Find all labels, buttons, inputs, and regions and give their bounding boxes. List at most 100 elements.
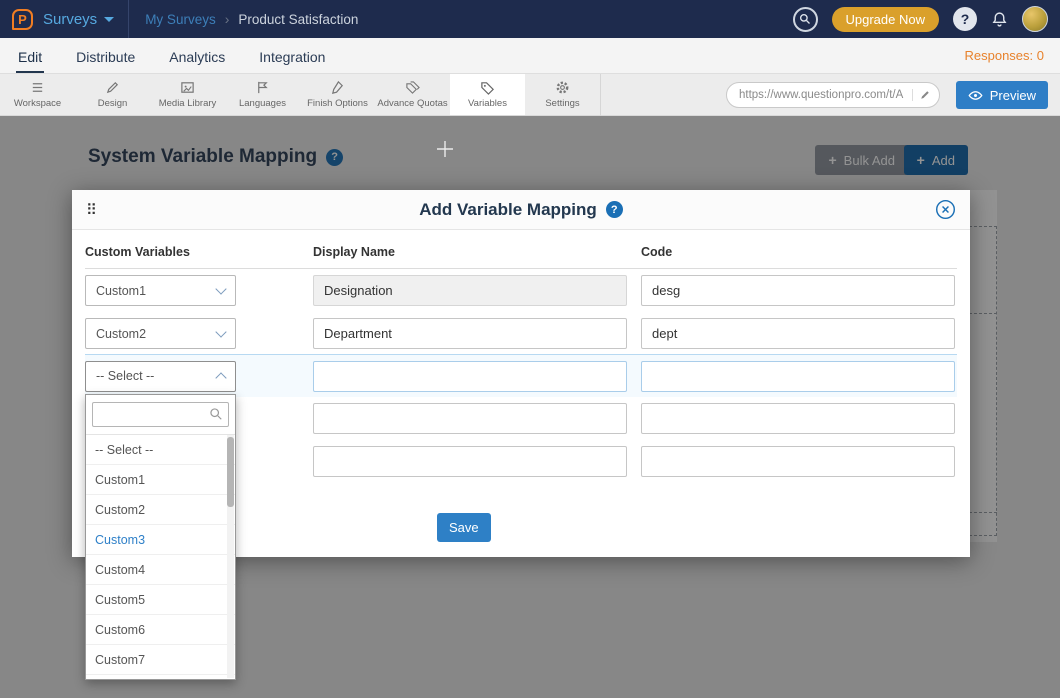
upgrade-now-button[interactable]: Upgrade Now xyxy=(832,7,940,32)
display-name-input[interactable] xyxy=(313,275,627,306)
breadcrumb-my-surveys[interactable]: My Surveys xyxy=(145,12,216,27)
drag-handle-icon[interactable]: ⠿ xyxy=(86,201,98,219)
selected-value: -- Select -- xyxy=(96,369,154,383)
toolbar-item-label: Variables xyxy=(468,98,507,109)
toolbar-item-media-library[interactable]: Media Library xyxy=(150,74,225,115)
display-name-input[interactable] xyxy=(313,361,627,392)
bell-icon xyxy=(991,11,1008,28)
topbar-actions: Upgrade Now ? xyxy=(793,6,1049,32)
toolbar-item-label: Settings xyxy=(545,98,579,109)
preview-button[interactable]: Preview xyxy=(956,81,1048,109)
help-button[interactable]: ? xyxy=(953,7,977,31)
display-name-input[interactable] xyxy=(313,403,627,434)
chevron-down-icon xyxy=(104,17,114,22)
dropdown-option[interactable]: -- Select -- xyxy=(86,435,235,465)
modal-title-wrap: Add Variable Mapping ? xyxy=(72,200,970,220)
user-avatar[interactable] xyxy=(1022,6,1048,32)
top-bar: P Surveys My Surveys › Product Satisfact… xyxy=(0,0,1060,38)
chevron-down-icon xyxy=(215,326,226,337)
toolbar-item-label: Design xyxy=(98,98,128,109)
cursor-crosshair xyxy=(436,140,454,158)
eye-icon xyxy=(968,88,983,103)
modal-header: ⠿ Add Variable Mapping ? xyxy=(72,190,970,230)
code-input[interactable] xyxy=(641,318,955,349)
search-icon xyxy=(799,13,811,25)
selected-value: Custom2 xyxy=(96,327,146,341)
toolbar-item-finish-options[interactable]: Finish Options xyxy=(300,74,375,115)
mapping-row-active: -- Select -- xyxy=(85,354,957,397)
dropdown-option[interactable]: Custom2 xyxy=(86,495,235,525)
mapping-row: Custom2 xyxy=(85,312,957,355)
dropdown-option[interactable]: Custom7 xyxy=(86,645,235,675)
toolbar-item-design[interactable]: Design xyxy=(75,74,150,115)
media-library-icon xyxy=(180,80,195,95)
languages-icon xyxy=(255,80,270,95)
code-input[interactable] xyxy=(641,403,955,434)
toolbar-item-variables[interactable]: Variables xyxy=(450,74,525,115)
survey-url-input[interactable] xyxy=(739,89,906,101)
toolbar-item-label: Finish Options xyxy=(307,98,368,109)
toolbar-item-label: Languages xyxy=(239,98,286,109)
toolbar-item-workspace[interactable]: Workspace xyxy=(0,74,75,115)
pencil-icon xyxy=(919,89,931,101)
advance-quotas-icon xyxy=(405,80,420,95)
question-mark-icon: ? xyxy=(961,11,970,27)
scrollbar-thumb[interactable] xyxy=(227,437,234,507)
divider xyxy=(128,0,129,38)
settings-icon xyxy=(555,80,570,95)
variable-select-open[interactable]: -- Select -- xyxy=(85,361,236,392)
modal-title: Add Variable Mapping xyxy=(419,200,597,220)
dropdown-option[interactable]: Custom4 xyxy=(86,555,235,585)
dropdown-option[interactable]: Custom1 xyxy=(86,465,235,495)
main-content: System Variable Mapping ? + Bulk Add + A… xyxy=(0,116,1060,698)
responses-count: Responses: 0 xyxy=(965,48,1045,73)
chevron-down-icon xyxy=(215,283,226,294)
search-icon xyxy=(209,407,223,421)
add-variable-mapping-modal: ⠿ Add Variable Mapping ? Custom Variable… xyxy=(72,190,970,557)
questionpro-logo: P xyxy=(12,9,33,30)
divider xyxy=(600,74,601,116)
code-input[interactable] xyxy=(641,361,955,392)
toolbar-item-languages[interactable]: Languages xyxy=(225,74,300,115)
save-button[interactable]: Save xyxy=(437,513,491,542)
surveys-product-menu[interactable]: Surveys xyxy=(43,11,128,28)
column-header-display-name: Display Name xyxy=(313,245,641,259)
display-name-input[interactable] xyxy=(313,318,627,349)
toolbar-item-label: Advance Quotas xyxy=(377,98,447,109)
chevron-right-icon: › xyxy=(225,11,230,27)
variables-icon xyxy=(480,80,495,95)
survey-nav-bar: Edit Distribute Analytics Integration Re… xyxy=(0,38,1060,74)
tab-integration[interactable]: Integration xyxy=(257,41,327,73)
edit-url-button[interactable] xyxy=(912,89,931,101)
tab-edit[interactable]: Edit xyxy=(16,41,44,73)
product-menu-label: Surveys xyxy=(43,11,97,28)
tab-analytics[interactable]: Analytics xyxy=(167,41,227,73)
dropdown-scrollbar[interactable] xyxy=(227,435,234,678)
notifications-button[interactable] xyxy=(991,11,1008,28)
toolbar-item-settings[interactable]: Settings xyxy=(525,74,600,115)
dropdown-option[interactable]: Custom6 xyxy=(86,615,235,645)
variable-select[interactable]: Custom1 xyxy=(85,275,236,306)
edit-toolbar: Workspace Design Media Library Languages… xyxy=(0,74,1060,116)
breadcrumb-current-survey: Product Satisfaction xyxy=(238,12,358,27)
dropdown-option-highlighted[interactable]: Custom3 xyxy=(86,525,235,555)
dropdown-search-wrap xyxy=(86,395,235,434)
design-icon xyxy=(105,80,120,95)
workspace-icon xyxy=(30,80,45,95)
finish-options-icon xyxy=(330,80,345,95)
code-input[interactable] xyxy=(641,446,955,477)
column-header-custom-variables: Custom Variables xyxy=(85,245,313,259)
display-name-input[interactable] xyxy=(313,446,627,477)
modal-help-icon[interactable]: ? xyxy=(606,201,623,218)
variable-dropdown-panel: -- Select -- Custom1 Custom2 Custom3 Cus… xyxy=(85,394,236,680)
toolbar-item-advance-quotas[interactable]: Advance Quotas xyxy=(375,74,450,115)
variable-select[interactable]: Custom2 xyxy=(85,318,236,349)
close-button[interactable] xyxy=(935,199,956,220)
toolbar-item-label: Media Library xyxy=(159,98,217,109)
toolbar-item-label: Workspace xyxy=(14,98,61,109)
tab-distribute[interactable]: Distribute xyxy=(74,41,137,73)
search-button[interactable] xyxy=(793,7,818,32)
dropdown-option[interactable]: Custom5 xyxy=(86,585,235,615)
table-header: Custom Variables Display Name Code xyxy=(85,230,957,269)
code-input[interactable] xyxy=(641,275,955,306)
